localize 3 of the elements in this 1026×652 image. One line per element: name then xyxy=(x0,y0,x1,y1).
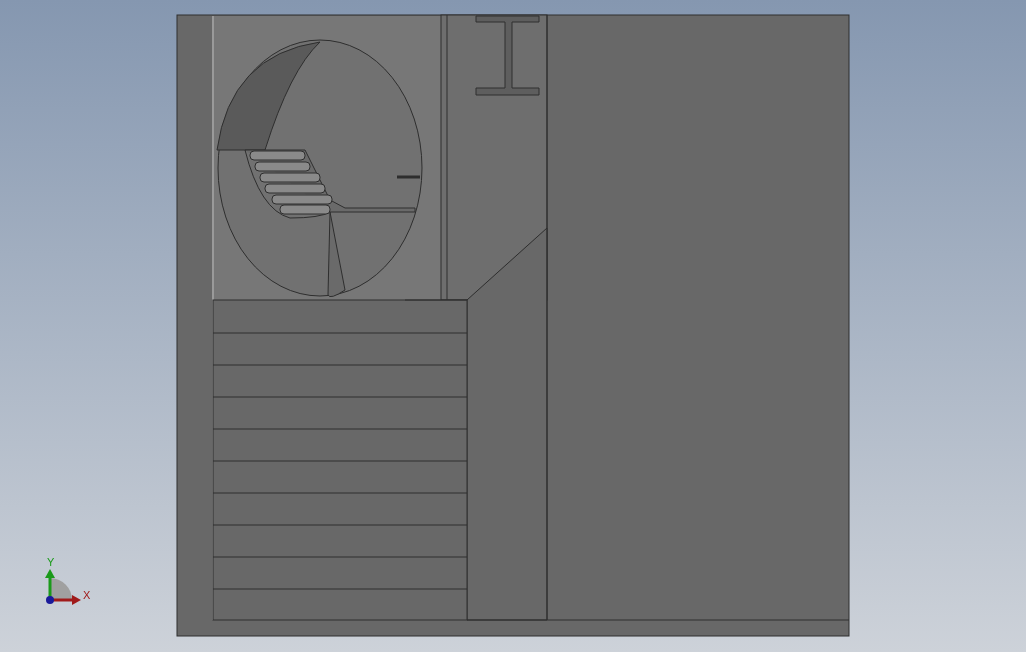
axis-triad-icon xyxy=(45,569,81,605)
x-axis-label: X xyxy=(83,589,91,601)
y-axis-label: Y xyxy=(47,556,55,568)
